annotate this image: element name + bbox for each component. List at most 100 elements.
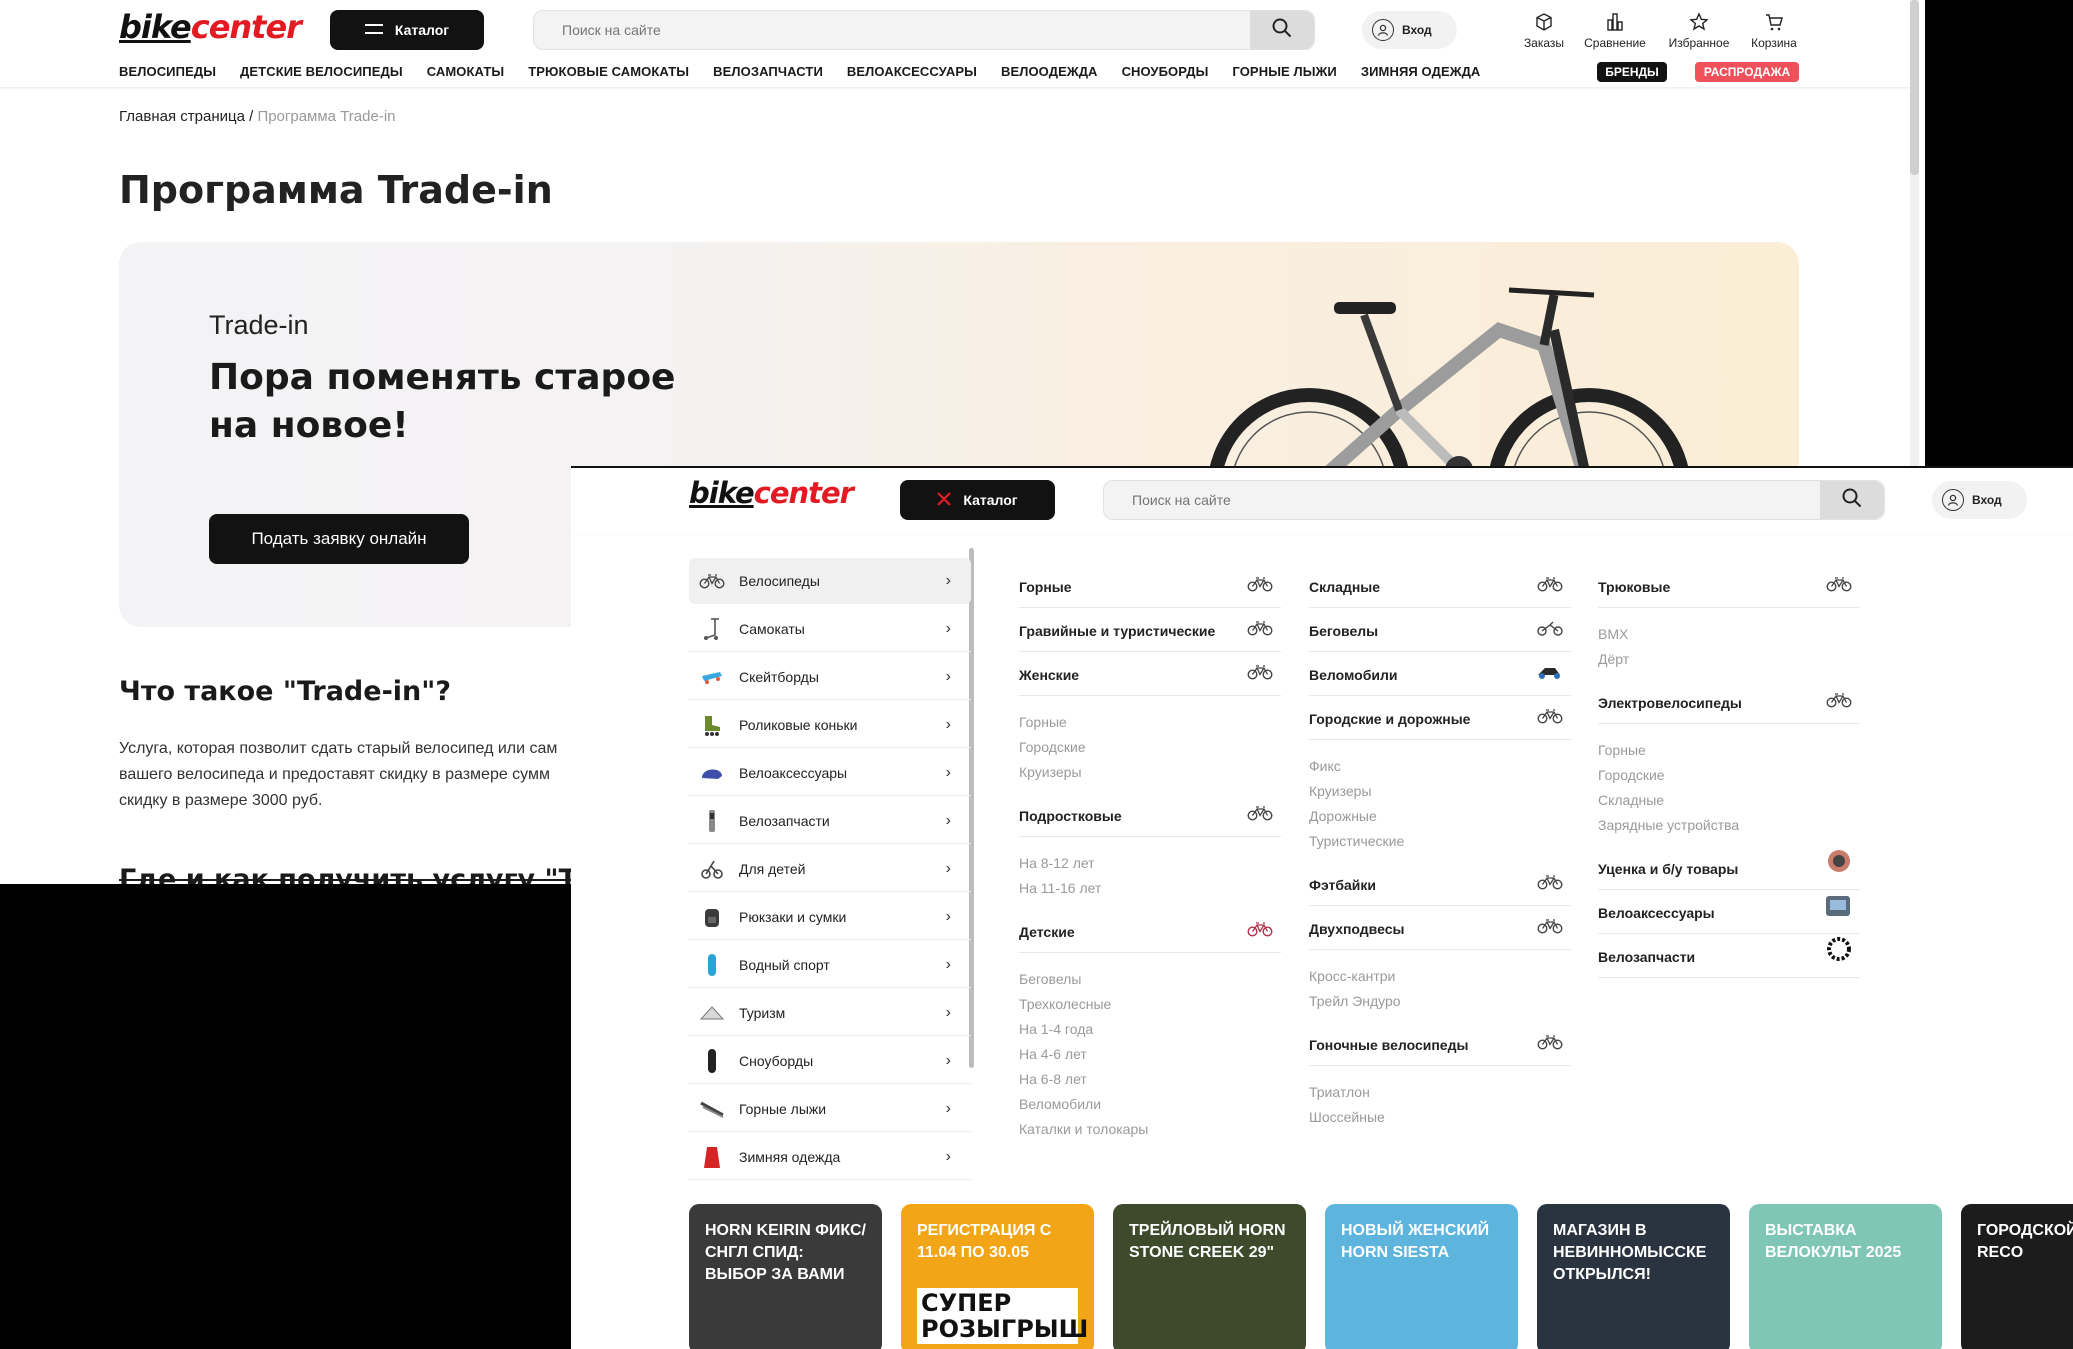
category-item[interactable]: Для детей › [689,846,971,892]
subcategory-heading[interactable]: Гравийные и туристические [1019,608,1281,652]
topnav-item[interactable]: ТРЮКОВЫЕ САМОКАТЫ [528,64,689,79]
favorites-link[interactable]: Избранное [1664,12,1734,50]
subcategory-link[interactable]: Беговелы [1019,967,1281,992]
subcategory-link[interactable]: На 1-4 года [1019,1017,1281,1042]
topnav-item[interactable]: ВЕЛОЗАПЧАСТИ [713,64,823,79]
subcategory-link[interactable]: Горные [1019,710,1281,735]
subcategory-heading[interactable]: Горные [1019,564,1281,608]
orders-link[interactable]: Заказы [1522,12,1566,50]
page-scrollbar-thumb[interactable] [1910,0,1919,175]
topnav-item[interactable]: ДЕТСКИЕ ВЕЛОСИПЕДЫ [240,64,403,79]
category-item[interactable]: Велозапчасти › [689,798,971,844]
brands-badge[interactable]: БРЕНДЫ [1597,62,1667,82]
subcategory-link[interactable]: На 11-16 лет [1019,876,1281,901]
topnav-item[interactable]: ЗИМНЯЯ ОДЕЖДА [1361,64,1481,79]
subcategory-link[interactable]: На 4-6 лет [1019,1042,1281,1067]
topnav-item[interactable]: ВЕЛОАКСЕССУАРЫ [847,64,977,79]
subcategory-heading[interactable]: Женские [1019,652,1281,696]
site-logo[interactable]: bikecenter [119,8,302,46]
search-input[interactable] [1130,491,1730,509]
site-logo[interactable]: bikecenter [689,476,854,510]
subcategory-link[interactable]: Городские [1019,735,1281,760]
category-item[interactable]: Водный спорт › [689,942,971,988]
search-bar[interactable] [1103,480,1885,520]
category-item[interactable]: Горные лыжи › [689,1086,971,1132]
subcategory-link[interactable]: BMX [1598,622,1860,647]
search-button[interactable] [1250,11,1314,49]
subcategory-link[interactable]: Трейл Эндуро [1309,989,1571,1014]
category-item[interactable]: Скейтборды › [689,654,971,700]
subcategory-link[interactable]: На 6-8 лет [1019,1067,1281,1092]
login-button[interactable]: Вход [1362,11,1457,49]
category-label: Скейтборды [739,668,819,685]
subcategory-link[interactable]: Каталки и толокары [1019,1117,1281,1142]
category-item[interactable]: Самокаты › [689,606,971,652]
subcategory-link[interactable]: Круизеры [1019,760,1281,785]
subcategory-heading[interactable]: Уценка и б/у товары [1598,846,1860,890]
search-button[interactable] [1820,481,1884,519]
subcategory-link[interactable]: Трехколесные [1019,992,1281,1017]
cart-link[interactable]: Корзина [1746,12,1802,50]
category-label: Для детей [739,860,806,877]
category-item[interactable]: Туризм › [689,990,971,1036]
search-bar[interactable] [533,10,1315,50]
topnav-item[interactable]: САМОКАТЫ [427,64,505,79]
subcategory-title: Городские и дорожные [1309,711,1471,727]
subcategory-heading[interactable]: Складные [1309,564,1571,608]
search-input[interactable] [560,21,1160,39]
promo-card[interactable]: ВЫСТАВКА ВЕЛОКУЛЬТ 2025 [1749,1204,1942,1349]
compare-icon [1580,12,1650,32]
topnav-item[interactable]: СНОУБОРДЫ [1122,64,1209,79]
category-item[interactable]: Сноуборды › [689,1038,971,1084]
subcategory-heading[interactable]: Двухподвесы [1309,906,1571,950]
login-button[interactable]: Вход [1932,481,2027,519]
topnav-item[interactable]: ГОРНЫЕ ЛЫЖИ [1232,64,1336,79]
subcategory-link[interactable]: Веломобили [1019,1092,1281,1117]
promo-card[interactable]: HORN KEIRIN ФИКС/СНГЛ СПИД: ВЫБОР ЗА ВАМ… [689,1204,882,1349]
subcategory-link[interactable]: Триатлон [1309,1080,1571,1105]
subcategory-link[interactable]: Фикс [1309,754,1571,779]
subcategory-link[interactable]: На 8-12 лет [1019,851,1281,876]
category-item[interactable]: Велосипеды › [689,558,971,604]
breadcrumb-home[interactable]: Главная страница [119,108,245,125]
compare-link[interactable]: Сравнение [1580,12,1650,50]
subcategory-link[interactable]: Дёрт [1598,647,1860,672]
subcategory-heading[interactable]: Фэтбайки [1309,862,1571,906]
subcategory-link[interactable]: Кросс-кантри [1309,964,1571,989]
subcategory-heading[interactable]: Велозапчасти [1598,934,1860,978]
subcategory-link[interactable]: Складные [1598,788,1860,813]
category-item[interactable]: Зимняя одежда › [689,1134,971,1180]
subcategory-link[interactable]: Туристические [1309,829,1571,854]
category-item[interactable]: Рюкзаки и сумки › [689,894,971,940]
promo-card[interactable]: ГОРОДСКОЙ HORN RECO [1961,1204,2073,1349]
promo-card[interactable]: РЕГИСТРАЦИЯ С 11.04 ПО 30.05 СУПЕР РОЗЫГР… [901,1204,1094,1349]
subcategory-heading[interactable]: Городские и дорожные [1309,696,1571,740]
subcategory-heading[interactable]: Веломобили [1309,652,1571,696]
subcategory-heading[interactable]: Велоаксессуары [1598,890,1860,934]
catalog-button[interactable]: Каталог [330,10,484,50]
catalog-close-button[interactable]: Каталог [900,480,1055,520]
subcategory-heading[interactable]: Электровелосипеды [1598,680,1860,724]
subcategory-heading[interactable]: Подростковые [1019,793,1281,837]
promo-card[interactable]: МАГАЗИН В НЕВИННОМЫССКЕ ОТКРЫЛСЯ! [1537,1204,1730,1349]
sale-badge[interactable]: РАСПРОДАЖА [1695,62,1799,82]
subcategory-link[interactable]: Зарядные устройства [1598,813,1860,838]
subcategory-link[interactable]: Горные [1598,738,1860,763]
topnav-item[interactable]: ВЕЛООДЕЖДА [1001,64,1098,79]
category-item[interactable]: Роликовые коньки › [689,702,971,748]
subcategory-link[interactable]: Городские [1598,763,1860,788]
subcategory-link[interactable]: Дорожные [1309,804,1571,829]
apply-online-button[interactable]: Подать заявку онлайн [209,514,469,564]
subcategory-heading[interactable]: Беговелы [1309,608,1571,652]
promo-title: РЕГИСТРАЦИЯ С 11.04 ПО 30.05 [917,1222,1052,1261]
subcategory-heading[interactable]: Детские [1019,909,1281,953]
subcategory-heading[interactable]: Гоночные велосипеды [1309,1022,1571,1066]
subcategory-link[interactable]: Шоссейные [1309,1105,1571,1130]
subcategory-heading[interactable]: Трюковые [1598,564,1860,608]
jacket-icon [699,1144,725,1170]
category-item[interactable]: Велоаксессуары › [689,750,971,796]
topnav-item[interactable]: ВЕЛОСИПЕДЫ [119,64,216,79]
subcategory-link[interactable]: Круизеры [1309,779,1571,804]
promo-card[interactable]: ТРЕЙЛОВЫЙ HORN STONE CREEK 29" [1113,1204,1306,1349]
promo-card[interactable]: НОВЫЙ ЖЕНСКИЙ HORN SIESTA [1325,1204,1518,1349]
